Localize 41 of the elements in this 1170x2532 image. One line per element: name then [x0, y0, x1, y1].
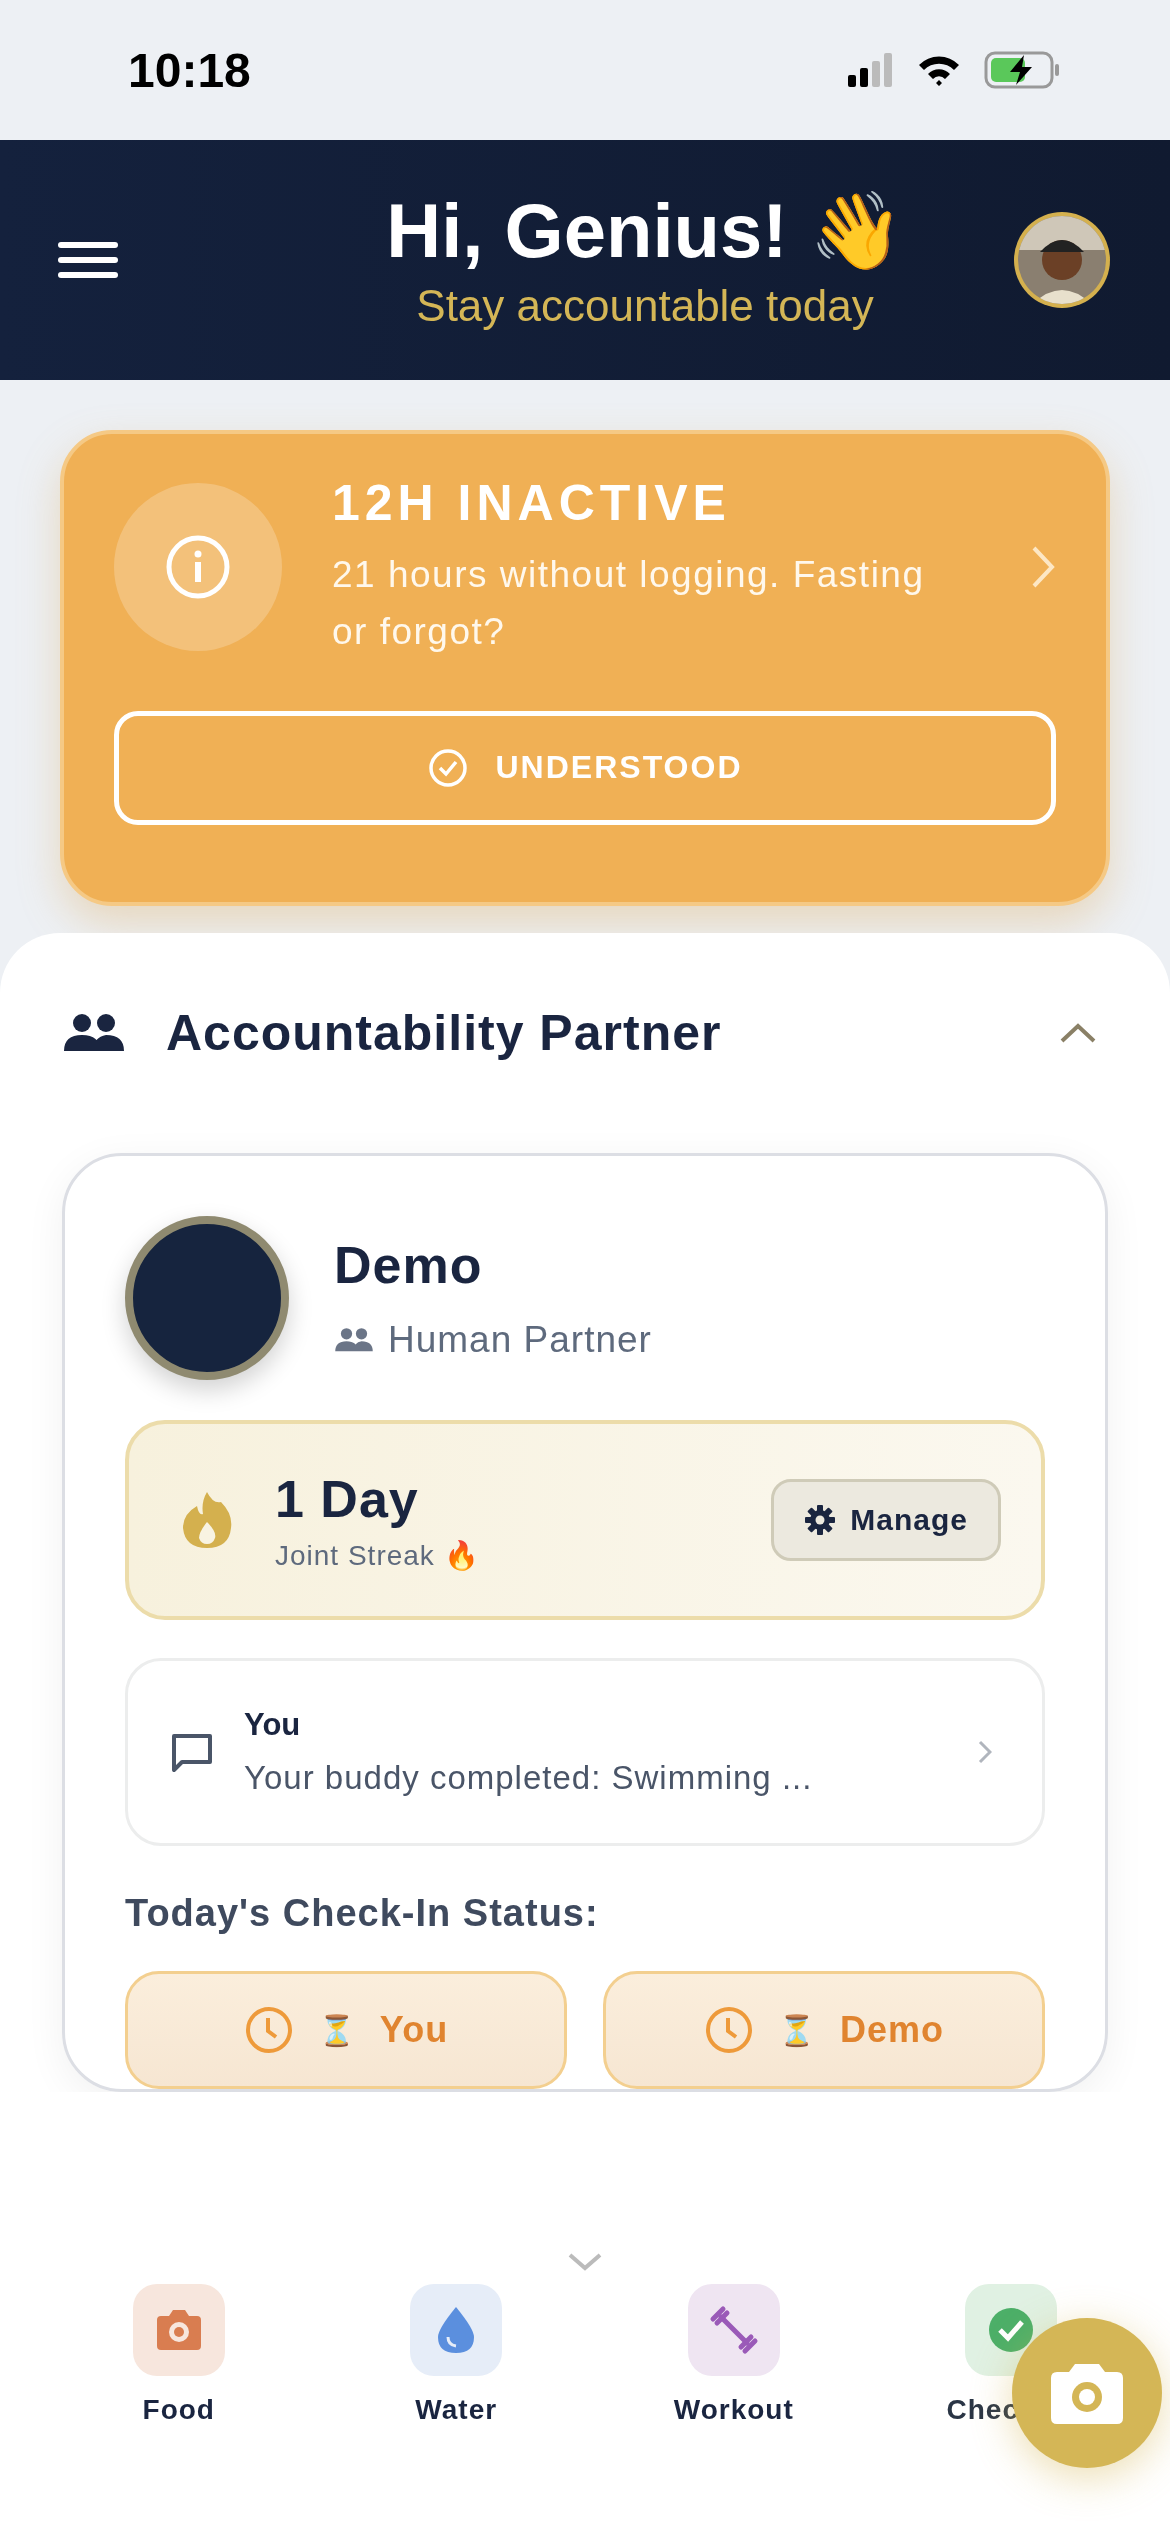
people-icon: [62, 1013, 126, 1053]
message-sender: You: [244, 1707, 302, 1743]
greeting-subtitle: Stay accountable today: [416, 280, 874, 331]
understood-button[interactable]: UNDERSTOOD: [114, 710, 1056, 825]
alert-title: 12H INACTIVE: [332, 474, 732, 532]
section-title: Accountability Partner: [166, 1004, 723, 1062]
water-label: Water: [415, 2394, 498, 2426]
greeting-title: Hi, Genius! 👋: [386, 189, 904, 273]
streak-value: 1 Day: [275, 1468, 420, 1529]
checkin-label: Chec: [946, 2394, 1019, 2426]
dumbbell-icon: [708, 2305, 759, 2355]
manage-button[interactable]: Manage: [771, 1479, 1001, 1561]
status-time: 10:18: [128, 42, 251, 98]
signal-icon: [848, 53, 894, 87]
people-icon: [334, 1327, 374, 1353]
food-label: Food: [142, 2394, 215, 2426]
caret-icon[interactable]: [1058, 1021, 1098, 1045]
streak-label: Joint Streak 🔥: [275, 1538, 481, 1572]
checkin-status-button[interactable]: ⏳ Demo: [603, 1971, 1045, 2089]
workout-action-button[interactable]: [687, 2284, 780, 2376]
message-text: Your buddy completed: Swimming ...: [244, 1759, 814, 1797]
clock-icon: [704, 2005, 754, 2055]
clock-icon: [243, 2005, 294, 2055]
workout-label: Workout: [673, 2394, 794, 2426]
checkin-title: Today's Check-In Status:: [125, 1892, 600, 1935]
chevron-down-icon[interactable]: [567, 2252, 603, 2272]
message-row[interactable]: You Your buddy completed: Swimming ...: [125, 1658, 1045, 1846]
water-action-button[interactable]: [410, 2284, 503, 2376]
partner-type: Human Partner: [388, 1319, 652, 1361]
chevron-right-icon: [978, 1740, 992, 1764]
camera-icon: [154, 2308, 203, 2352]
gear-icon: [804, 1504, 837, 1536]
check-circle-icon: [987, 2306, 1036, 2354]
alert-message: 21 hours without logging. Fasting or forgot?: [332, 553, 926, 655]
check-circle-icon: [427, 747, 468, 788]
menu-icon[interactable]: [58, 240, 118, 280]
battery-charging-icon: [984, 51, 1062, 89]
water-drop-icon: [436, 2305, 477, 2355]
food-action-button[interactable]: [132, 2284, 225, 2376]
partner-name: Demo: [334, 1235, 484, 1295]
checkin-status-button[interactable]: ⏳ You: [125, 1971, 567, 2089]
